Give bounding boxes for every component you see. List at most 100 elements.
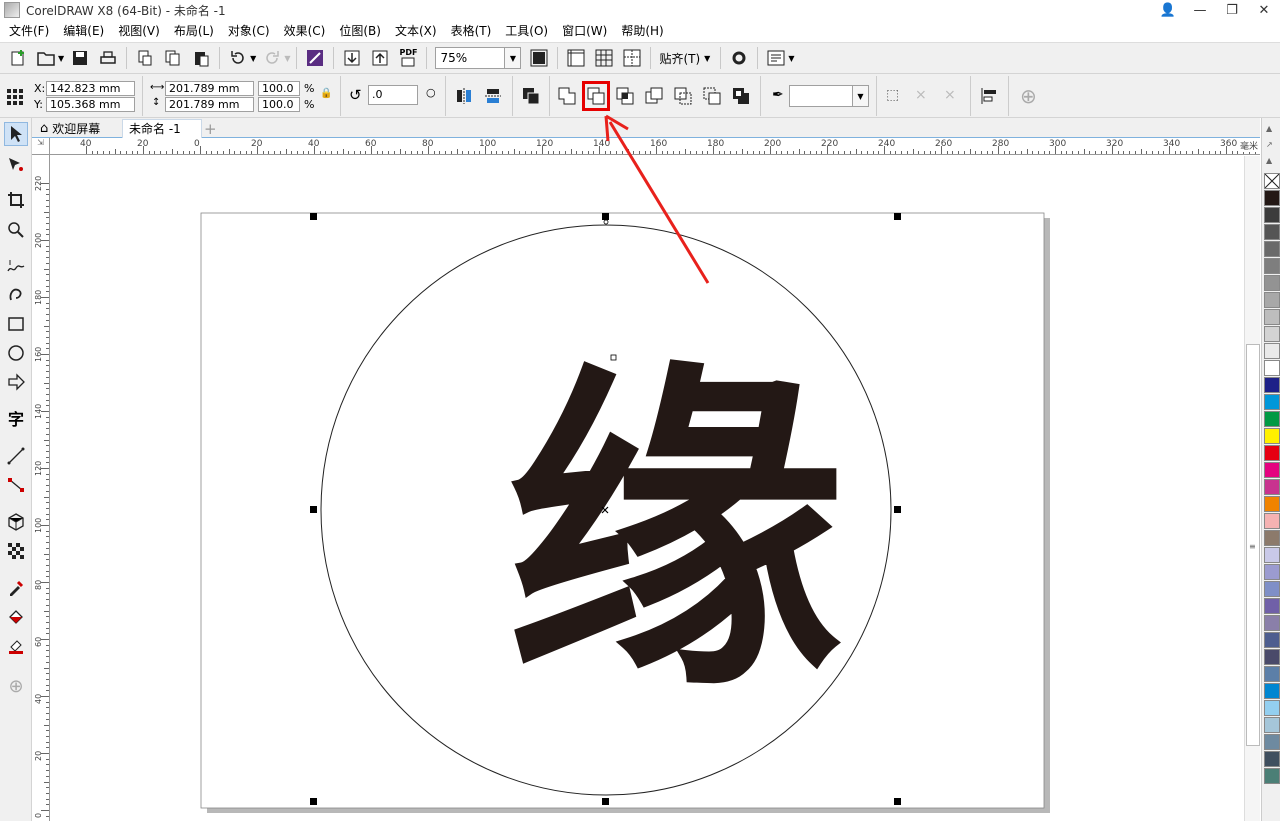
vertical-ruler[interactable]: 220 200 180 160 140 120 100 80 60 40 20 0 xyxy=(32,155,50,821)
weld-icon[interactable] xyxy=(558,87,576,108)
connector-tool-icon[interactable] xyxy=(4,473,28,497)
menu-tools[interactable]: 工具(O) xyxy=(498,20,555,42)
drawing-canvas[interactable]: 缘 xyxy=(51,156,1244,821)
mirror-horizontal-icon[interactable] xyxy=(455,87,473,108)
color-swatch[interactable] xyxy=(1264,445,1280,461)
polygon-tool-icon[interactable] xyxy=(4,370,28,394)
reference-point-icon[interactable] xyxy=(6,88,24,109)
break-apart-icon[interactable]: ⨯ xyxy=(915,87,927,103)
color-swatch[interactable] xyxy=(1264,683,1280,699)
front-minus-back-icon[interactable] xyxy=(674,87,692,108)
color-swatch[interactable] xyxy=(1264,326,1280,342)
zoom-level-select[interactable]: 75% ▼ xyxy=(435,47,522,69)
node-handle[interactable] xyxy=(603,219,609,225)
menu-edit[interactable]: 编辑(E) xyxy=(56,20,111,42)
height-field[interactable]: 201.789 mm xyxy=(165,97,254,112)
smart-fill-tool-icon[interactable] xyxy=(4,634,28,658)
color-swatch[interactable] xyxy=(1264,258,1280,274)
chevron-down-icon[interactable]: ▼ xyxy=(58,54,64,63)
menu-bitmaps[interactable]: 位图(B) xyxy=(332,20,388,42)
menu-file[interactable]: 文件(F) xyxy=(2,20,56,42)
color-swatch[interactable] xyxy=(1264,768,1280,784)
color-swatch[interactable] xyxy=(1264,224,1280,240)
ungroup-icon[interactable]: ⨯ xyxy=(944,87,956,103)
color-swatch[interactable] xyxy=(1264,343,1280,359)
rotation-angle-field[interactable]: .0 xyxy=(368,85,418,105)
snap-to-dropdown[interactable]: 贴齐(T) ▼ xyxy=(655,50,716,67)
parallel-dimension-tool-icon[interactable] xyxy=(4,444,28,468)
freehand-tool-icon[interactable] xyxy=(4,254,28,278)
simplify-icon[interactable] xyxy=(645,87,663,108)
lock-ratio-icon[interactable]: 🔒 xyxy=(320,88,332,99)
eyedropper-tool-icon[interactable] xyxy=(4,576,28,600)
width-field[interactable]: 201.789 mm xyxy=(165,81,254,96)
color-swatch[interactable] xyxy=(1264,717,1280,733)
application-launcher-icon[interactable] xyxy=(764,46,788,70)
back-minus-front-icon[interactable] xyxy=(703,87,721,108)
menu-text[interactable]: 文本(X) xyxy=(388,20,444,42)
account-icon[interactable]: 👤 xyxy=(1152,0,1184,20)
transparency-tool-icon[interactable] xyxy=(4,539,28,563)
color-swatch[interactable] xyxy=(1264,666,1280,682)
interactive-fill-tool-icon[interactable] xyxy=(4,605,28,629)
menu-table[interactable]: 表格(T) xyxy=(444,20,499,42)
search-content-icon[interactable] xyxy=(303,46,327,70)
pick-tool-icon[interactable] xyxy=(4,122,28,146)
color-swatch[interactable] xyxy=(1264,547,1280,563)
restore-button[interactable]: ❐ xyxy=(1216,0,1248,20)
color-swatch[interactable] xyxy=(1264,513,1280,529)
close-button[interactable]: ✕ xyxy=(1248,0,1280,20)
drop-shadow-tool-icon[interactable] xyxy=(4,510,28,534)
menu-help[interactable]: 帮助(H) xyxy=(614,20,670,42)
redo-icon[interactable] xyxy=(260,46,284,70)
color-swatch[interactable] xyxy=(1264,496,1280,512)
tab-welcome-screen[interactable]: ⌂ 欢迎屏幕 xyxy=(34,119,106,138)
crop-tool-icon[interactable] xyxy=(4,188,28,212)
intersect-icon[interactable] xyxy=(616,87,634,108)
options-gear-icon[interactable] xyxy=(727,46,751,70)
scale-y-field[interactable]: 100.0 xyxy=(258,97,300,112)
color-swatch[interactable] xyxy=(1264,479,1280,495)
menu-effects[interactable]: 效果(C) xyxy=(277,20,333,42)
shape-tool-icon[interactable] xyxy=(4,152,28,176)
undo-icon[interactable] xyxy=(226,46,250,70)
menu-layout[interactable]: 布局(L) xyxy=(167,20,221,42)
open-folder-icon[interactable] xyxy=(34,46,58,70)
ellipse-tool-icon[interactable] xyxy=(4,341,28,365)
node-handle[interactable] xyxy=(610,354,617,361)
zoom-tool-icon[interactable] xyxy=(4,218,28,242)
palette-scroll-up-icon[interactable]: ▲ xyxy=(1266,156,1272,165)
copy-icon[interactable] xyxy=(161,46,185,70)
color-swatch[interactable] xyxy=(1264,360,1280,376)
minimize-button[interactable]: — xyxy=(1184,0,1216,20)
export-icon[interactable] xyxy=(368,46,392,70)
color-swatch[interactable] xyxy=(1264,462,1280,478)
text-tool-icon[interactable]: 字 xyxy=(4,406,28,430)
color-swatch[interactable] xyxy=(1264,649,1280,665)
print-icon[interactable] xyxy=(96,46,120,70)
color-swatch[interactable] xyxy=(1264,207,1280,223)
create-boundary-icon[interactable] xyxy=(732,87,750,108)
show-guidelines-icon[interactable] xyxy=(620,46,644,70)
show-rulers-icon[interactable] xyxy=(564,46,588,70)
color-swatch[interactable] xyxy=(1264,734,1280,750)
mirror-vertical-icon[interactable] xyxy=(484,87,502,108)
scale-x-field[interactable]: 100.0 xyxy=(258,81,300,96)
vertical-scrollbar[interactable]: ≡ xyxy=(1244,156,1260,821)
align-distribute-icon[interactable] xyxy=(980,87,998,108)
color-swatch[interactable] xyxy=(1264,700,1280,716)
cut-icon[interactable] xyxy=(133,46,157,70)
add-property-icon[interactable]: ⊕ xyxy=(1020,84,1037,108)
no-color-swatch[interactable] xyxy=(1264,173,1280,189)
show-grid-icon[interactable] xyxy=(592,46,616,70)
chevron-down-icon[interactable]: ▼ xyxy=(852,86,868,106)
convert-to-curves-icon[interactable]: ⬚ xyxy=(886,87,899,103)
glyph-character[interactable]: 缘 xyxy=(505,336,845,732)
color-swatch[interactable] xyxy=(1264,394,1280,410)
color-swatch[interactable] xyxy=(1264,241,1280,257)
palette-options-icon[interactable]: ↗ xyxy=(1266,140,1273,149)
artistic-media-tool-icon[interactable] xyxy=(4,282,28,306)
publish-pdf-icon[interactable]: PDF xyxy=(396,46,420,70)
combine-icon[interactable] xyxy=(522,87,540,108)
palette-scroll-up-icon[interactable]: ▲ xyxy=(1266,124,1272,133)
